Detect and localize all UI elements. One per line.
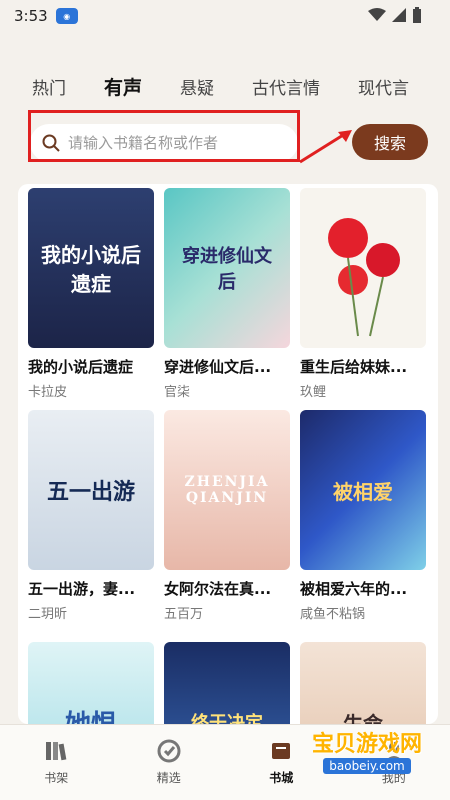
book-card[interactable]: 终于决定 <box>164 642 290 724</box>
search-box[interactable] <box>30 124 298 162</box>
book-card[interactable]: 穿进修仙文后 穿进修仙文后... 官柒 <box>164 188 290 400</box>
nav-bookshelf[interactable]: 书架 <box>16 739 96 786</box>
book-card[interactable]: 重生后给妹妹... 玖鲤 <box>300 188 426 400</box>
nav-label: 书城 <box>269 771 294 785</box>
book-grid: 我的小说后遗症 我的小说后遗症 卡拉皮 穿进修仙文后 穿进修仙文后... 官柒 … <box>18 184 438 724</box>
app-notification-icon: ◉ <box>55 8 78 24</box>
nav-label: 书架 <box>44 771 69 785</box>
search-icon <box>42 134 60 152</box>
book-cover: 她恨 <box>28 642 154 724</box>
book-card[interactable]: 生命 <box>300 642 426 724</box>
search-button[interactable]: 搜索 <box>352 124 428 160</box>
cover-text: 五一出游 <box>46 479 135 505</box>
watermark-text: 宝贝游戏网 <box>311 732 422 757</box>
search-row: 搜索 <box>18 110 438 168</box>
tab-ancient-romance[interactable]: 古代言情 <box>252 74 320 99</box>
watermark: 宝贝游戏网 baobeiy.com <box>292 720 442 780</box>
bookshelf-icon <box>46 742 67 761</box>
poppy-flowers-illustration <box>328 218 400 337</box>
nav-label: 精选 <box>156 771 181 785</box>
tab-audio[interactable]: 有声 <box>104 73 142 100</box>
book-cover: 被相爱 <box>300 410 426 570</box>
book-author: 五百万 <box>164 607 204 622</box>
tab-modern-romance[interactable]: 现代言 <box>358 74 409 99</box>
book-author: 官柒 <box>164 385 191 400</box>
book-card[interactable]: ZHENJIA QIANJIN 女阿尔法在真... 五百万 <box>164 410 290 622</box>
book-cover: 终于决定 <box>164 642 290 724</box>
category-tabs: 热门 有声 悬疑 古代言情 现代言 <box>0 62 450 110</box>
status-icons <box>368 7 422 23</box>
cover-text: ZHENJIA QIANJIN <box>184 474 270 506</box>
book-title: 被相爱六年的... <box>300 580 408 598</box>
cover-text: 被相爱 <box>333 479 393 504</box>
book-cover: 我的小说后遗症 <box>28 188 154 348</box>
book-author: 卡拉皮 <box>28 385 68 400</box>
book-cover: ZHENJIA QIANJIN <box>164 410 290 570</box>
watermark-url: baobeiy.com <box>323 758 411 774</box>
tab-suspense[interactable]: 悬疑 <box>180 74 214 99</box>
cover-text: 她恨 <box>65 704 117 725</box>
book-card[interactable]: 她恨 <box>28 642 154 724</box>
book-author: 玖鲤 <box>300 385 327 400</box>
book-author: 咸鱼不粘锅 <box>300 607 366 622</box>
signal-icon <box>392 8 406 22</box>
cover-text: 终于决定 <box>191 713 263 724</box>
bookstore-icon <box>272 743 291 759</box>
cover-text: 我的小说后遗症 <box>41 243 141 296</box>
book-cover <box>300 188 426 348</box>
nav-featured[interactable]: 精选 <box>129 739 209 786</box>
annotation-arrow-icon <box>299 130 352 164</box>
book-card[interactable]: 我的小说后遗症 我的小说后遗症 卡拉皮 <box>28 188 154 400</box>
featured-icon <box>157 739 181 763</box>
book-cover: 五一出游 <box>28 410 154 570</box>
book-title: 我的小说后遗症 <box>28 358 134 376</box>
book-cover: 生命 <box>300 642 426 724</box>
book-title: 五一出游，妻... <box>28 580 136 598</box>
cover-text: 穿进修仙文后 <box>182 246 272 293</box>
wifi-icon <box>368 8 386 21</box>
book-cover: 穿进修仙文后 <box>164 188 290 348</box>
book-title: 穿进修仙文后... <box>164 358 272 376</box>
book-card[interactable]: 五一出游 五一出游，妻... 二玥昕 <box>28 410 154 622</box>
status-time: 3:53 <box>14 7 48 25</box>
battery-icon <box>413 7 421 23</box>
search-input[interactable] <box>68 134 288 152</box>
tab-hot[interactable]: 热门 <box>32 74 66 99</box>
book-author: 二玥昕 <box>28 607 68 622</box>
book-title: 重生后给妹妹... <box>300 358 408 376</box>
book-title: 女阿尔法在真... <box>164 580 272 598</box>
book-card[interactable]: 被相爱 被相爱六年的... 咸鱼不粘锅 <box>300 410 426 622</box>
status-bar: 3:53 ◉ <box>0 0 450 32</box>
